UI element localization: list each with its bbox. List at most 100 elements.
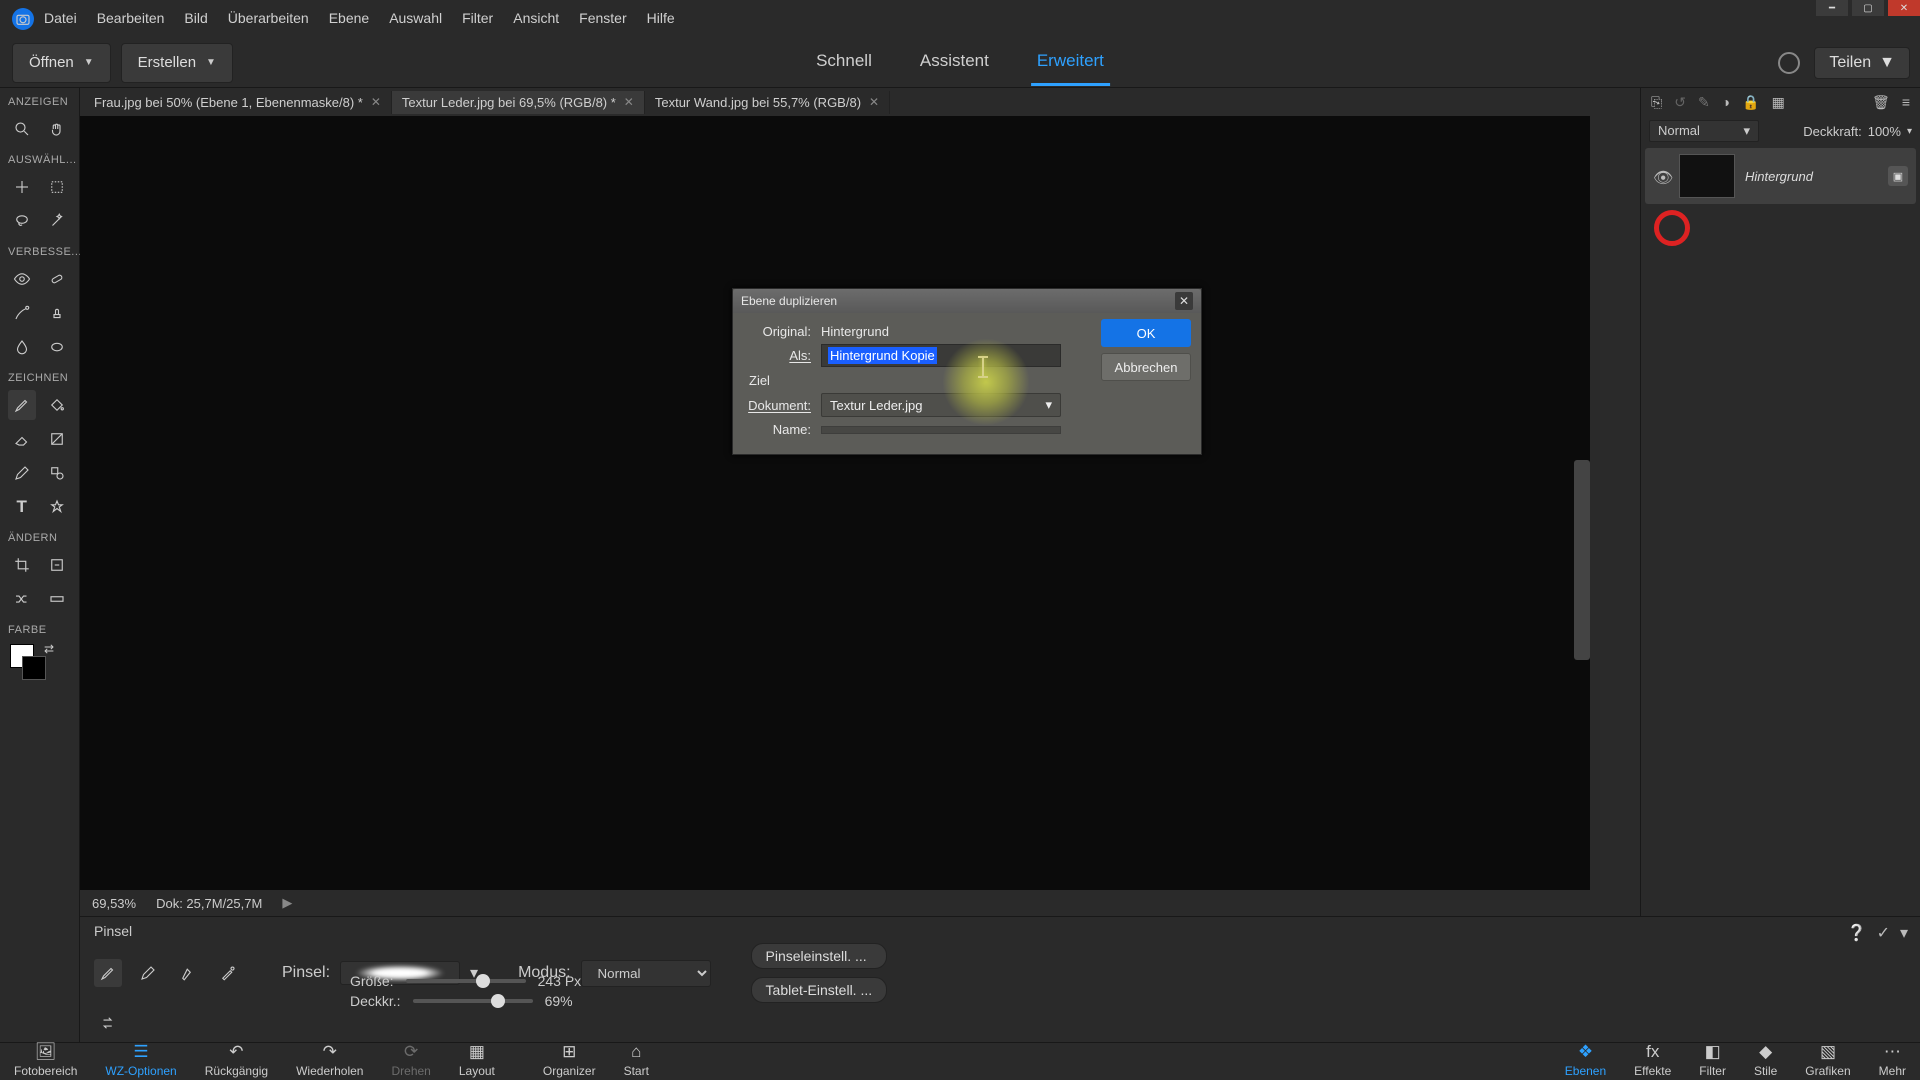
brush-variant-2[interactable] [134, 959, 162, 987]
bb-wz-optionen[interactable]: ☰WZ-Optionen [91, 1040, 190, 1080]
chevron-down-icon[interactable]: ▾ [1907, 126, 1912, 137]
tab-erweitert[interactable]: Erweitert [1031, 39, 1110, 86]
cancel-button[interactable]: Abbrechen [1101, 353, 1191, 381]
background-color[interactable] [22, 656, 46, 680]
ok-button[interactable]: OK [1101, 319, 1191, 347]
wand-tool[interactable] [44, 206, 72, 236]
color-swatches[interactable]: ⇄ [10, 644, 50, 684]
open-button[interactable]: Öffnen▼ [12, 43, 111, 83]
blur-tool[interactable] [8, 332, 36, 362]
bb-stile[interactable]: ◆Stile [1740, 1040, 1791, 1080]
bb-layout[interactable]: ▦Layout [445, 1040, 509, 1080]
menu-auswahl[interactable]: Auswahl [381, 6, 450, 30]
new-layer-icon[interactable]: ⎘ [1651, 94, 1662, 111]
custom-shape-tool[interactable] [44, 492, 72, 522]
menu-bearbeiten[interactable]: Bearbeiten [89, 6, 173, 30]
vertical-scrollbar[interactable] [1574, 460, 1590, 660]
blend-mode-select[interactable]: Normal ▾ [1649, 120, 1759, 142]
recompose-tool[interactable] [44, 550, 72, 580]
type-tool[interactable]: T [8, 492, 36, 522]
opacity-value[interactable]: 100% [1868, 124, 1901, 139]
layer-row[interactable]: 👁 Hintergrund ▣ [1645, 148, 1916, 204]
dialog-titlebar[interactable]: Ebene duplizieren ✕ [733, 289, 1201, 313]
menu-filter[interactable]: Filter [454, 6, 501, 30]
mask-icon[interactable]: ◑ [1722, 94, 1730, 110]
fx-icon[interactable]: ▦ [1772, 94, 1785, 111]
help-icon[interactable]: ❔ [1847, 923, 1867, 943]
redeye-tool[interactable] [8, 264, 36, 294]
bb-ebenen[interactable]: ❖Ebenen [1551, 1040, 1620, 1080]
theme-icon[interactable] [1778, 52, 1800, 74]
link-icon[interactable]: ✎ [1698, 94, 1710, 111]
eraser-tool[interactable] [8, 424, 36, 454]
doctab-0[interactable]: Frau.jpg bei 50% (Ebene 1, Ebenenmaske/8… [84, 91, 392, 114]
new-group-icon[interactable]: ↺ [1674, 94, 1686, 111]
lasso-tool[interactable] [8, 206, 36, 236]
bb-organizer[interactable]: ⊞Organizer [529, 1040, 610, 1080]
menu-datei[interactable]: Datei [36, 6, 85, 30]
brush-tool[interactable] [8, 390, 36, 420]
bb-filter[interactable]: ◧Filter [1685, 1040, 1740, 1080]
smart-brush-tool[interactable] [8, 298, 36, 328]
chevron-right-icon[interactable]: ▶ [282, 895, 292, 911]
bb-fotobereich[interactable]: 🖼Fotobereich [0, 1040, 91, 1080]
menu-ueberarbeiten[interactable]: Überarbeiten [220, 6, 317, 30]
brush-variant-5[interactable] [94, 1009, 122, 1037]
doctab-2[interactable]: Textur Wand.jpg bei 55,7% (RGB/8)✕ [645, 91, 890, 114]
visibility-icon[interactable]: 👁 [1653, 168, 1669, 184]
marquee-tool[interactable] [44, 172, 72, 202]
bb-effekte[interactable]: fxEffekte [1620, 1040, 1685, 1080]
menu-ansicht[interactable]: Ansicht [505, 6, 567, 30]
brush-variant-3[interactable] [174, 959, 202, 987]
bb-wiederholen[interactable]: ↷Wiederholen [282, 1040, 377, 1080]
menu-hilfe[interactable]: Hilfe [639, 6, 683, 30]
canvas[interactable] [80, 116, 1590, 890]
as-input[interactable]: Hintergrund Kopie [821, 344, 1061, 367]
minimize-button[interactable]: ━ [1816, 0, 1848, 16]
opacity-slider[interactable] [413, 999, 533, 1003]
bb-rueckgaengig[interactable]: ↶Rückgängig [191, 1040, 282, 1080]
gradient-tool[interactable] [44, 424, 72, 454]
menu-ebene[interactable]: Ebene [321, 6, 377, 30]
close-icon[interactable]: ✕ [371, 95, 381, 109]
layer-name[interactable]: Hintergrund [1745, 169, 1878, 184]
lock-icon[interactable]: 🔒 [1742, 94, 1759, 111]
mode-select[interactable]: Normal [581, 960, 711, 987]
shape-tool[interactable] [44, 458, 72, 488]
hand-tool[interactable] [44, 114, 72, 144]
bucket-tool[interactable] [44, 390, 72, 420]
create-button[interactable]: Erstellen▼ [121, 43, 233, 83]
maximize-button[interactable]: ▢ [1852, 0, 1884, 16]
zoom-tool[interactable] [8, 114, 36, 144]
clone-tool[interactable] [44, 298, 72, 328]
cookie-cutter-tool[interactable] [8, 584, 36, 614]
bb-drehen[interactable]: ⟳Drehen [377, 1040, 444, 1080]
bb-mehr[interactable]: ⋯Mehr [1865, 1040, 1920, 1080]
panel-menu-icon[interactable]: ≡ [1902, 94, 1910, 110]
doctab-1[interactable]: Textur Leder.jpg bei 69,5% (RGB/8) *✕ [392, 91, 645, 114]
menu-fenster[interactable]: Fenster [571, 6, 634, 30]
bb-start[interactable]: ⌂Start [610, 1040, 663, 1080]
close-icon[interactable]: ✕ [869, 95, 879, 109]
pencil-tool[interactable] [8, 458, 36, 488]
swap-colors-icon[interactable]: ⇄ [44, 642, 54, 656]
move-tool[interactable] [8, 172, 36, 202]
brush-variant-1[interactable] [94, 959, 122, 987]
brush-settings-button[interactable]: Pinseleinstell. ... [751, 943, 888, 969]
close-icon[interactable]: ✕ [624, 95, 634, 109]
brush-variant-4[interactable] [214, 959, 242, 987]
tab-assistent[interactable]: Assistent [914, 39, 995, 86]
layer-lock-icon[interactable]: ▣ [1888, 166, 1908, 186]
tab-schnell[interactable]: Schnell [810, 39, 878, 86]
sponge-tool[interactable] [44, 332, 72, 362]
crop-tool[interactable] [8, 550, 36, 580]
spot-heal-tool[interactable] [44, 264, 72, 294]
size-slider[interactable] [406, 979, 526, 983]
layer-thumbnail[interactable] [1679, 154, 1735, 198]
tablet-settings-button[interactable]: Tablet-Einstell. ... [751, 977, 888, 1003]
bb-grafiken[interactable]: ▧Grafiken [1791, 1040, 1864, 1080]
share-button[interactable]: Teilen▼ [1814, 47, 1910, 79]
document-select[interactable]: Textur Leder.jpg▾ [821, 393, 1061, 417]
trash-icon[interactable]: 🗑 [1872, 94, 1890, 111]
name-input[interactable] [821, 426, 1061, 434]
